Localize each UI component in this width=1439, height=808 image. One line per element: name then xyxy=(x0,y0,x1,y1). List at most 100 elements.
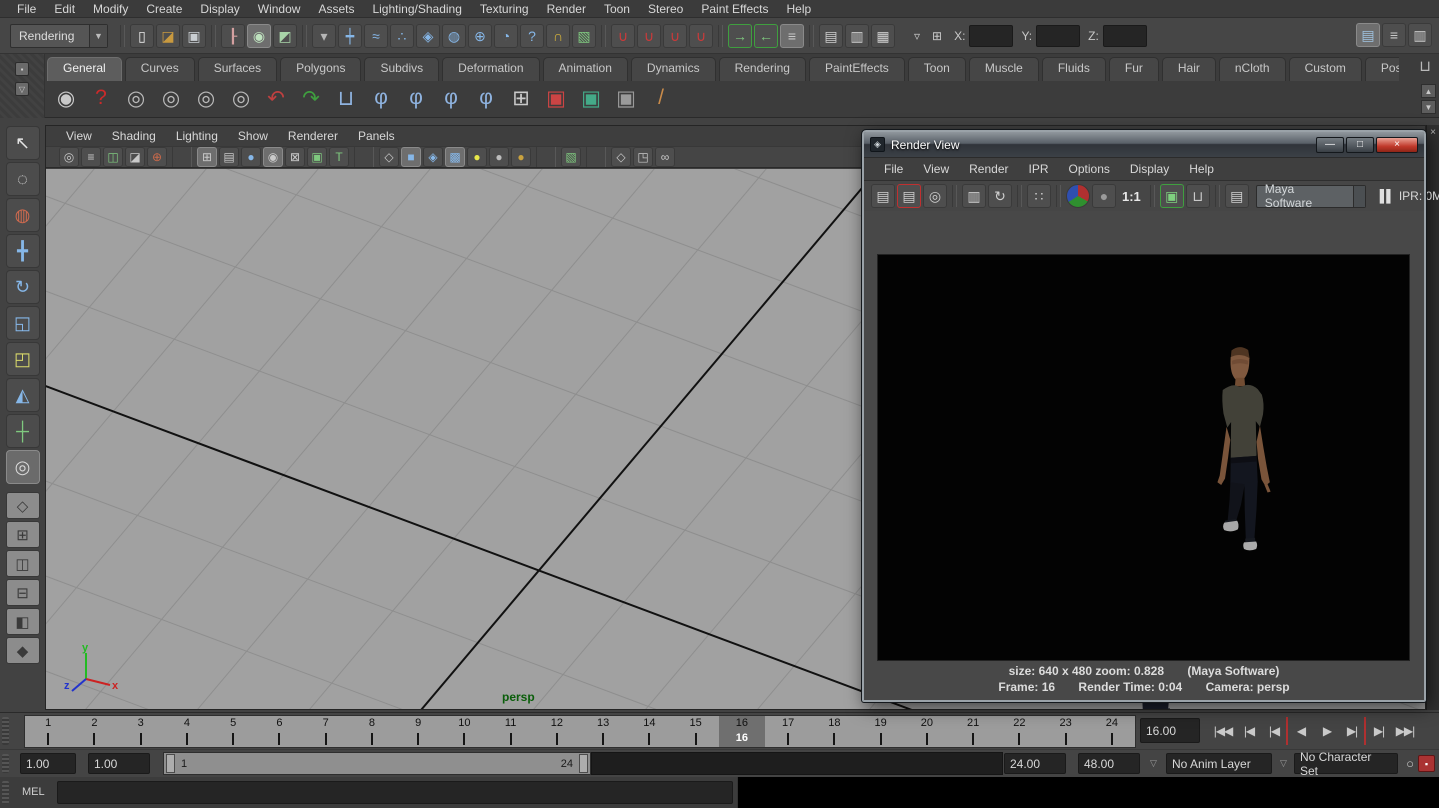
menu-item[interactable]: Render xyxy=(538,0,595,18)
wireframe-icon[interactable]: ◇ xyxy=(379,147,399,167)
show-manipulator-icon[interactable]: ┼ xyxy=(6,414,40,448)
isolate-select-icon[interactable]: ▧ xyxy=(561,147,581,167)
select-all-shelf-icon[interactable]: ▣ xyxy=(610,82,642,114)
persp-outliner-layout-icon[interactable]: ◫ xyxy=(6,550,40,577)
step-back-key-button[interactable]: |◀ xyxy=(1236,717,1262,745)
divider[interactable] xyxy=(586,147,606,167)
shelf-tab[interactable]: Fur xyxy=(1109,57,1159,81)
timeline-frame[interactable]: 10 xyxy=(441,716,487,747)
menu-item[interactable]: Toon xyxy=(595,0,639,18)
xray-icon[interactable]: ◇ xyxy=(611,147,631,167)
snap-to-grid-icon[interactable]: ┿ xyxy=(338,24,362,48)
play-backwards-button[interactable]: ◀ xyxy=(1288,717,1314,745)
safe-title-icon[interactable]: T xyxy=(329,147,349,167)
timeline-frame[interactable]: 3 xyxy=(118,716,164,747)
undo-shelf-icon[interactable]: ↶ xyxy=(260,82,292,114)
delete-unused-shelf-icon[interactable]: ⊔ xyxy=(330,82,362,114)
render-view-menu-item[interactable]: Help xyxy=(1179,160,1224,178)
render-view-menu-item[interactable]: IPR xyxy=(1019,160,1059,178)
pause-ipr-icon[interactable]: ▌▌ xyxy=(1380,189,1393,203)
camera-aim-shelf-icon[interactable]: ◎ xyxy=(155,82,187,114)
chevron-down-icon[interactable]: ▽ xyxy=(1150,758,1157,769)
menu-item[interactable]: Help xyxy=(778,0,821,18)
timeline-frame[interactable]: 6 xyxy=(256,716,302,747)
render-view-menu-item[interactable]: Options xyxy=(1059,160,1120,178)
animation-start-input[interactable]: 1.00 xyxy=(20,753,76,774)
alpha-channel-icon[interactable]: ● xyxy=(1092,184,1116,208)
shelf-tab[interactable]: Hair xyxy=(1162,57,1216,81)
film-gate-icon[interactable]: ▤ xyxy=(219,147,239,167)
panel-menu-item[interactable]: View xyxy=(56,127,102,145)
drag-handle[interactable] xyxy=(2,717,9,745)
rgb-channels-icon[interactable]: ● xyxy=(1066,184,1090,208)
range-start-handle[interactable] xyxy=(166,754,175,773)
timeline-frame[interactable]: 4 xyxy=(164,716,210,747)
timeline-frame[interactable]: 14 xyxy=(626,716,672,747)
refresh-ipr-icon[interactable]: ↻ xyxy=(988,184,1012,208)
shelf-tab[interactable]: Poser xyxy=(1365,57,1399,81)
shelf-tab[interactable]: Rendering xyxy=(719,57,806,81)
drag-handle[interactable] xyxy=(2,781,9,804)
x-input[interactable] xyxy=(969,25,1013,47)
timeline-frame[interactable]: 16 16 xyxy=(719,716,765,747)
timeline-frame[interactable]: 8 xyxy=(349,716,395,747)
timeline-frame[interactable]: 1 xyxy=(25,716,71,747)
character-set-select[interactable]: No Character Set xyxy=(1294,753,1398,774)
new-scene-icon[interactable]: ▯ xyxy=(130,24,154,48)
grid-toggle-icon[interactable]: ⊞ xyxy=(197,147,217,167)
joint-chain-shelf-icon-4[interactable]: φ xyxy=(470,82,502,114)
joint-chain-shelf-icon-2[interactable]: φ xyxy=(400,82,432,114)
menu-item[interactable]: File xyxy=(8,0,45,18)
menu-item[interactable]: Assets xyxy=(309,0,363,18)
mel-command-input[interactable] xyxy=(57,781,733,804)
render-view-menu-item[interactable]: View xyxy=(913,160,959,178)
divider[interactable] xyxy=(952,185,957,207)
ipr-render-icon[interactable]: ▥ xyxy=(962,184,986,208)
menu-set-selector[interactable]: Rendering ▼ xyxy=(10,24,108,48)
time-slider[interactable]: 1 2 3 4 5 6 xyxy=(24,715,1136,748)
panel-menu-item[interactable]: Panels xyxy=(348,127,405,145)
transform-combo-icon[interactable]: ⊞ xyxy=(932,29,942,43)
menu-item[interactable]: Create xyxy=(137,0,191,18)
select-object-shelf-icon[interactable]: ▣ xyxy=(540,82,572,114)
snap-to-curve-icon[interactable]: ≈ xyxy=(364,24,388,48)
divider[interactable] xyxy=(172,147,192,167)
menu-item[interactable]: Window xyxy=(249,0,310,18)
menu-item[interactable]: Edit xyxy=(45,0,84,18)
shelf-tab[interactable]: nCloth xyxy=(1219,57,1286,81)
redo-previous-render-icon[interactable]: ▤ xyxy=(897,184,921,208)
render-view-window[interactable]: ◈ Render View — □ × FileViewRenderIPROpt… xyxy=(862,130,1426,702)
paint-select-tool-icon[interactable]: ◍ xyxy=(6,198,40,232)
snap-magnet-grid-icon[interactable]: ∪ xyxy=(611,24,635,48)
timeline-frame[interactable]: 12 xyxy=(534,716,580,747)
help-line-icon[interactable]: ? xyxy=(520,24,544,48)
bounding-box-icon[interactable]: ◈ xyxy=(423,147,443,167)
camera-move-shelf-icon[interactable]: ◎ xyxy=(225,82,257,114)
four-pane-layout-icon[interactable]: ⊞ xyxy=(6,521,40,548)
render-current-frame-icon[interactable]: ▤ xyxy=(819,24,843,48)
timeline-frame[interactable]: 15 xyxy=(673,716,719,747)
menu-item[interactable]: Stereo xyxy=(639,0,692,18)
selection-mask-combo-icon[interactable]: ▾ xyxy=(312,24,336,48)
render-globals-shelf-icon[interactable]: ◉ xyxy=(50,82,82,114)
set-key-icon[interactable]: ○ xyxy=(1406,756,1414,771)
snapshot-icon[interactable]: ◎ xyxy=(923,184,947,208)
shelf-tab[interactable]: PaintEffects xyxy=(809,57,905,81)
shelf-tab[interactable]: Curves xyxy=(125,57,195,81)
timeline-frame[interactable]: 21 xyxy=(950,716,996,747)
hypergraph-shelf-icon[interactable]: ⊞ xyxy=(505,82,537,114)
output-connections-icon[interactable]: ← xyxy=(754,24,778,48)
mel-label[interactable]: MEL xyxy=(22,786,45,798)
maximize-button[interactable]: □ xyxy=(1346,137,1374,153)
rendered-image[interactable] xyxy=(877,254,1410,661)
smooth-shade-icon[interactable]: ■ xyxy=(401,147,421,167)
animation-end-input[interactable]: 48.00 xyxy=(1078,753,1140,774)
divider[interactable] xyxy=(1150,185,1155,207)
select-object-icon[interactable]: ◉ xyxy=(247,24,271,48)
menu-item[interactable]: Display xyxy=(191,0,248,18)
gate-mask-icon[interactable]: ◉ xyxy=(263,147,283,167)
go-to-start-button[interactable]: |◀◀ xyxy=(1210,717,1236,745)
highlight-selection-icon[interactable]: ▧ xyxy=(572,24,596,48)
step-back-frame-button[interactable]: |◀ xyxy=(1262,717,1288,745)
render-current-frame-icon[interactable]: ▤ xyxy=(871,184,895,208)
